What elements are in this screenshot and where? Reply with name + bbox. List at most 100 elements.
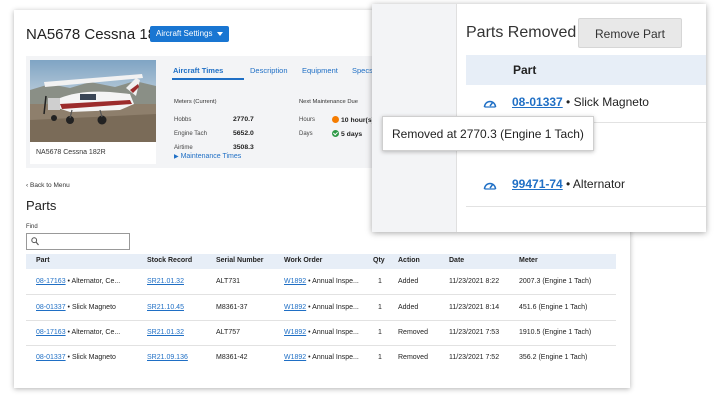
meter-value: 2770.7 [233, 116, 254, 123]
stock-record-cell: SR21.01.32 [147, 278, 184, 285]
gauge-icon[interactable] [483, 179, 497, 191]
work-order-link[interactable]: W1892 [284, 304, 306, 311]
find-label: Find [26, 224, 38, 230]
parts-heading: Parts [26, 198, 57, 213]
action-cell: Added [398, 278, 419, 285]
work-order-link[interactable]: W1892 [284, 278, 306, 285]
maintenance-days-value: 5 days [341, 131, 363, 138]
maintenance-times-link[interactable]: ▶ Maintenance Times [174, 153, 241, 160]
stock-record-link[interactable]: SR21.09.136 [147, 354, 188, 361]
work-order-desc: • Annual Inspe... [308, 304, 359, 311]
serial-number-cell: M8361-37 [216, 304, 248, 311]
col-date[interactable]: Date [449, 257, 464, 264]
tab-equipment[interactable]: Equipment [302, 66, 338, 75]
col-part[interactable]: Part [36, 257, 50, 264]
part-cell: 08-01337 • Slick Magneto [36, 304, 116, 311]
part-number-link[interactable]: 08-17163 [36, 329, 66, 336]
work-order-link[interactable]: W1892 [284, 329, 306, 336]
search-icon [31, 237, 39, 246]
aircraft-settings-label: Aircraft Settings [156, 29, 213, 38]
part-cell: 08-17163 • Alternator, Ce... [36, 278, 120, 285]
gauge-icon[interactable] [483, 97, 497, 109]
work-order-cell: W1892 • Annual Inspe... [284, 329, 359, 336]
part-cell: 08-17163 • Alternator, Ce... [36, 329, 120, 336]
aircraft-settings-button[interactable]: Aircraft Settings [150, 26, 230, 42]
maintenance-hours-value: 10 hour(s) [341, 117, 374, 124]
date-cell: 11/23/2021 7:53 [449, 329, 500, 336]
tab-specs[interactable]: Specs [352, 66, 373, 75]
col-work-order[interactable]: Work Order [284, 257, 322, 264]
serial-number-cell: ALT757 [216, 329, 240, 336]
maintenance-label: Hours [299, 117, 316, 123]
part-name: • Alternator [562, 177, 625, 191]
table-row[interactable]: 08-01337 • Slick Magneto SR21.09.136 M83… [26, 345, 616, 370]
removed-part-row[interactable]: 99471-74 • Alternator [466, 166, 706, 207]
serial-number-cell: ALT731 [216, 278, 240, 285]
chevron-left-icon: ‹ [26, 182, 29, 189]
aircraft-photo [30, 60, 156, 142]
work-order-cell: W1892 • Annual Inspe... [284, 278, 359, 285]
stock-record-cell: SR21.09.136 [147, 354, 188, 361]
find-input[interactable] [26, 233, 130, 250]
meter-value: 5652.0 [233, 130, 254, 137]
maintenance-hours: 10 hour(s) [332, 116, 374, 124]
removed-part-text: 08-01337 • Slick Magneto [512, 95, 649, 109]
meter-label: Airtime [174, 145, 193, 151]
serial-number-cell: M8361-42 [216, 354, 248, 361]
parts-removed-heading: Parts Removed [466, 24, 577, 41]
action-cell: Removed [398, 329, 428, 336]
meter-tooltip: Removed at 2770.3 (Engine 1 Tach) [382, 116, 594, 151]
meter-label: Engine Tach [174, 131, 207, 137]
part-number-link[interactable]: 08-17163 [36, 278, 66, 285]
part-name: • Alternator, Ce... [67, 329, 121, 336]
tab-description[interactable]: Description [250, 66, 288, 75]
back-to-menu-link[interactable]: ‹ Back to Menu [26, 182, 70, 189]
part-number-link[interactable]: 08-01337 [512, 95, 563, 109]
maintenance-times-label: Maintenance Times [180, 153, 242, 160]
photo-caption: NA5678 Cessna 182R [30, 142, 156, 164]
stock-record-link[interactable]: SR21.10.45 [147, 304, 184, 311]
work-order-cell: W1892 • Annual Inspe... [284, 304, 359, 311]
chevron-down-icon [217, 31, 224, 36]
date-cell: 11/23/2021 8:22 [449, 278, 500, 285]
stock-record-link[interactable]: SR21.01.32 [147, 278, 184, 285]
back-to-menu-label: Back to Menu [29, 182, 70, 189]
remove-part-button[interactable]: Remove Part [578, 18, 682, 48]
action-cell: Removed [398, 354, 428, 361]
col-stock-record[interactable]: Stock Record [147, 257, 192, 264]
col-meter[interactable]: Meter [519, 257, 538, 264]
part-number-link[interactable]: 99471-74 [512, 177, 563, 191]
qty-cell: 1 [378, 329, 382, 336]
part-cell: 08-01337 • Slick Magneto [36, 354, 116, 361]
part-number-link[interactable]: 08-01337 [36, 304, 66, 311]
qty-cell: 1 [378, 354, 382, 361]
chevron-right-icon: ▶ [174, 154, 179, 160]
tab-aircraft-times[interactable]: Aircraft Times [173, 66, 223, 75]
table-row[interactable]: 08-17163 • Alternator, Ce... SR21.01.32 … [26, 320, 616, 346]
col-serial-number[interactable]: Serial Number [216, 257, 263, 264]
clock-warning-icon [332, 116, 339, 123]
parts-table-header: Part Stock Record Serial Number Work Ord… [26, 254, 616, 269]
stock-record-cell: SR21.10.45 [147, 304, 184, 311]
meter-cell: 451.6 (Engine 1 Tach) [519, 304, 588, 311]
date-cell: 11/23/2021 8:14 [449, 304, 500, 311]
col-action[interactable]: Action [398, 257, 420, 264]
stock-record-link[interactable]: SR21.01.32 [147, 329, 184, 336]
col-qty[interactable]: Qty [373, 257, 385, 264]
work-order-desc: • Annual Inspe... [308, 278, 359, 285]
meter-value: 3508.3 [233, 144, 254, 151]
removed-part-text: 99471-74 • Alternator [512, 177, 625, 191]
meter-cell: 1910.5 (Engine 1 Tach) [519, 329, 592, 336]
table-row[interactable]: 08-17163 • Alternator, Ce... SR21.01.32 … [26, 269, 616, 295]
part-name: • Slick Magneto [67, 354, 116, 361]
active-tab-indicator [172, 78, 244, 80]
stock-record-cell: SR21.01.32 [147, 329, 184, 336]
part-number-link[interactable]: 08-01337 [36, 354, 66, 361]
table-row[interactable]: 08-01337 • Slick Magneto SR21.10.45 M836… [26, 295, 616, 321]
parts-removed-header: Part [466, 55, 706, 85]
meter-cell: 356.2 (Engine 1 Tach) [519, 354, 588, 361]
work-order-desc: • Annual Inspe... [308, 354, 359, 361]
part-name: • Alternator, Ce... [67, 278, 121, 285]
work-order-link[interactable]: W1892 [284, 354, 306, 361]
col-part[interactable]: Part [513, 63, 536, 77]
